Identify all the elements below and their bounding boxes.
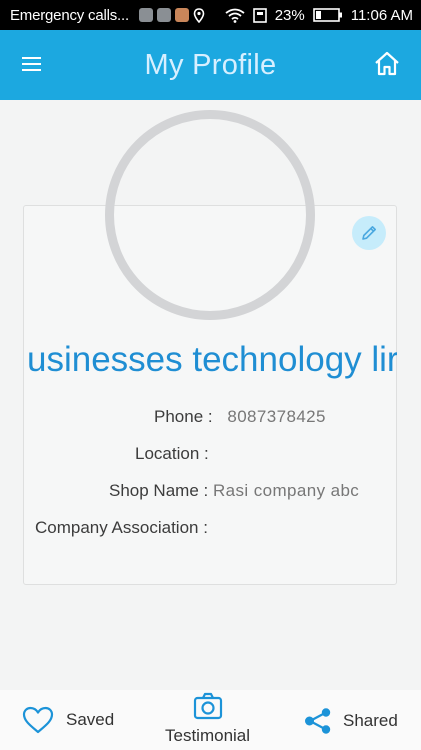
edit-profile-button[interactable] xyxy=(352,216,386,250)
heart-icon xyxy=(22,706,54,734)
testimonial-tab[interactable]: Testimonial xyxy=(165,692,250,746)
shop-name-row: Shop Name : Rasi company abc xyxy=(109,481,359,501)
phone-label: Phone : xyxy=(154,407,213,426)
status-bar: Emergency calls... 23% 11:06 AM xyxy=(0,0,421,30)
hamburger-menu-icon[interactable] xyxy=(21,53,43,75)
notification-app-icon xyxy=(156,7,171,22)
phone-value[interactable]: 8087378425 xyxy=(227,407,326,426)
shop-name-value: Rasi company abc xyxy=(212,481,360,500)
clock-time: 11:06 AM xyxy=(350,6,413,24)
testimonial-label: Testimonial xyxy=(165,726,251,745)
pencil-icon xyxy=(362,226,376,240)
wifi-icon xyxy=(225,8,245,23)
sim-card-icon xyxy=(252,7,267,23)
location-icon xyxy=(193,7,205,23)
home-icon[interactable] xyxy=(373,50,401,78)
camera-icon xyxy=(193,692,222,720)
shop-name-label: Shop Name : xyxy=(109,481,209,500)
bottom-navigation: Saved Testimonial Shared xyxy=(0,690,421,750)
app-bar: My Profile xyxy=(0,30,421,100)
notification-app-icon xyxy=(138,7,153,22)
share-icon xyxy=(305,708,331,734)
location-label: Location : xyxy=(135,444,209,463)
company-association-label: Company Association : xyxy=(35,518,208,537)
business-name: usinesses technology lir xyxy=(27,340,397,379)
battery-percentage: 23% xyxy=(274,6,305,24)
avatar[interactable] xyxy=(105,110,315,320)
page-title: My Profile xyxy=(144,48,277,81)
shared-label: Shared xyxy=(343,711,398,730)
saved-label: Saved xyxy=(66,710,115,729)
notification-app-icon xyxy=(174,7,189,22)
saved-tab[interactable]: Saved xyxy=(22,706,114,734)
phone-row: Phone : 8087378425 xyxy=(154,407,326,427)
company-association-row: Company Association : xyxy=(35,518,208,538)
shared-tab[interactable]: Shared xyxy=(304,708,398,734)
battery-icon xyxy=(312,8,342,22)
location-row: Location : xyxy=(135,444,209,464)
notification-text: Emergency calls... xyxy=(10,6,129,24)
